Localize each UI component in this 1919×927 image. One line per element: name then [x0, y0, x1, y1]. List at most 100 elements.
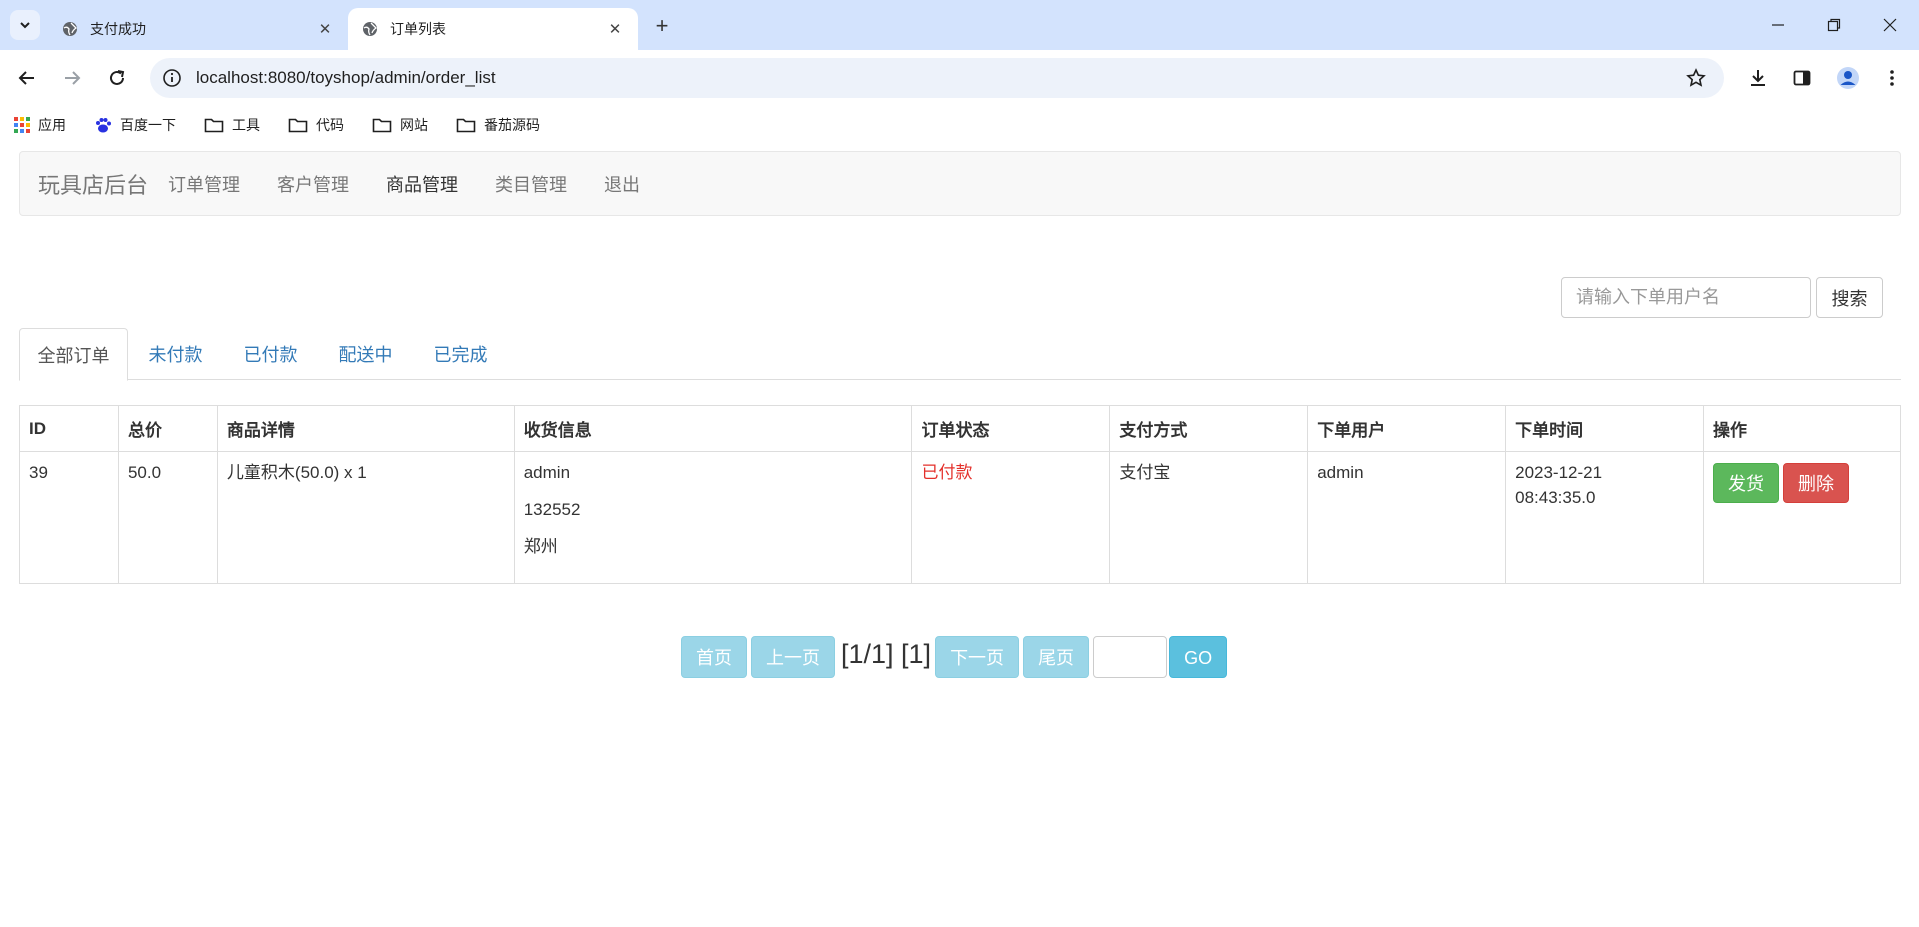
go-button[interactable]: GO — [1169, 636, 1228, 678]
close-icon — [1883, 18, 1897, 32]
tab-paid[interactable]: 已付款 — [223, 328, 318, 380]
column-header: 支付方式 — [1109, 405, 1309, 452]
window-close-button[interactable] — [1862, 0, 1918, 50]
folder-icon — [288, 118, 308, 133]
delete-button[interactable]: 删除 — [1783, 463, 1850, 503]
column-header: 下单时间 — [1505, 405, 1705, 452]
close-icon[interactable]: ✕ — [316, 20, 334, 38]
restore-button[interactable] — [1806, 0, 1862, 50]
order-time: 2023-12-21 08:43:35.0 — [1505, 451, 1705, 584]
more-vertical-icon — [1890, 70, 1894, 86]
order-items: 儿童积木(50.0) x 1 — [216, 451, 515, 584]
baidu-paw-icon — [96, 118, 111, 133]
bookmark-folder-code[interactable]: 代码 — [288, 115, 344, 135]
nav-orders[interactable]: 订单管理 — [168, 171, 240, 197]
folder-icon — [456, 118, 476, 133]
table-header-row: ID 总价 商品详情 收货信息 订单状态 支付方式 下单用户 下单时间 操作 — [19, 405, 1901, 452]
receiver-name: admin — [523, 463, 571, 482]
column-header: 操作 — [1703, 405, 1901, 452]
chevron-down-icon — [20, 22, 30, 29]
column-header: 订单状态 — [911, 405, 1111, 452]
column-header: ID — [19, 405, 119, 452]
tab-all-orders[interactable]: 全部订单 — [19, 328, 128, 381]
bookmark-label: 工具 — [232, 117, 260, 133]
order-user: admin — [1307, 451, 1507, 584]
browser-tab-payment-success[interactable]: 支付成功 ✕ — [48, 8, 348, 50]
receiver-phone: 132552 — [523, 500, 581, 519]
receiver-address: 郑州 — [523, 537, 558, 556]
bookmark-folder-tomato[interactable]: 番茄源码 — [456, 115, 540, 135]
last-page-button[interactable]: 尾页 — [1023, 636, 1090, 678]
avatar-icon — [1837, 67, 1859, 89]
reload-button[interactable] — [101, 62, 133, 94]
nav-products[interactable]: 商品管理 — [386, 171, 458, 197]
bookmark-baidu[interactable]: 百度一下 — [94, 115, 176, 135]
minimize-icon — [1772, 24, 1784, 26]
address-bar[interactable]: localhost:8080/toyshop/admin/order_list — [150, 58, 1724, 98]
page-info: [1/1] [1] — [841, 638, 932, 669]
apps-grid-icon — [14, 117, 30, 133]
browser-tabstrip: 支付成功 ✕ 订单列表 ✕ + — [0, 0, 1919, 50]
tab-title: 订单列表 — [390, 21, 446, 37]
prev-page-button[interactable]: 上一页 — [751, 636, 835, 678]
column-header: 下单用户 — [1307, 405, 1507, 452]
table-row: 39 50.0 儿童积木(50.0) x 1 admin 132552 郑州 已… — [19, 451, 1901, 584]
column-header: 商品详情 — [216, 405, 515, 452]
ship-button[interactable]: 发货 — [1713, 463, 1780, 503]
menu-button[interactable] — [1876, 62, 1908, 94]
bookmark-star-icon[interactable] — [1686, 68, 1706, 88]
status-badge: 已付款 — [921, 463, 973, 482]
bookmark-label: 代码 — [316, 117, 344, 133]
info-icon[interactable] — [162, 68, 182, 88]
browser-tab-order-list[interactable]: 订单列表 ✕ — [348, 8, 638, 50]
bookmarks-bar: 应用 百度一下 工具 代码 网站 番茄源码 — [0, 106, 1919, 144]
url-text[interactable]: localhost:8080/toyshop/admin/order_list — [196, 68, 1686, 88]
tab-title: 支付成功 — [90, 21, 146, 37]
order-clock: 08:43:35.0 — [1515, 488, 1596, 507]
nav-categories[interactable]: 类目管理 — [495, 171, 567, 197]
column-header: 总价 — [117, 405, 218, 452]
orders-table: ID 总价 商品详情 收货信息 订单状态 支付方式 下单用户 下单时间 操作 3… — [19, 405, 1901, 584]
bookmark-label: 应用 — [38, 117, 66, 133]
tab-unpaid[interactable]: 未付款 — [128, 328, 223, 380]
order-actions: 发货 删除 — [1703, 451, 1901, 584]
downloads-button[interactable] — [1742, 62, 1774, 94]
download-icon — [1751, 70, 1765, 86]
order-date: 2023-12-21 — [1515, 463, 1603, 482]
tab-search-button[interactable] — [10, 10, 40, 40]
order-total: 50.0 — [117, 451, 218, 584]
nav-logout[interactable]: 退出 — [604, 171, 640, 197]
browser-toolbar: localhost:8080/toyshop/admin/order_list — [0, 50, 1919, 106]
bookmark-apps[interactable]: 应用 — [14, 115, 66, 135]
profile-button[interactable] — [1832, 62, 1864, 94]
arrow-right-icon — [65, 71, 81, 85]
globe-icon — [63, 22, 78, 36]
folder-icon — [372, 118, 392, 133]
side-panel-button[interactable] — [1786, 62, 1818, 94]
navbar-brand[interactable]: 玩具店后台 — [38, 168, 148, 200]
page-number-input[interactable] — [1093, 636, 1168, 678]
tab-shipping[interactable]: 配送中 — [318, 328, 413, 380]
back-button[interactable] — [11, 62, 43, 94]
admin-navbar: 玩具店后台 订单管理 客户管理 商品管理 类目管理 退出 — [19, 151, 1901, 216]
next-page-button[interactable]: 下一页 — [935, 636, 1020, 678]
new-tab-button[interactable]: + — [648, 12, 676, 40]
order-status-tabs: 全部订单 未付款 已付款 配送中 已完成 — [19, 328, 1901, 381]
order-payment: 支付宝 — [1109, 451, 1309, 584]
column-header: 收货信息 — [513, 405, 913, 452]
first-page-button[interactable]: 首页 — [681, 636, 747, 678]
minimize-button[interactable] — [1750, 0, 1806, 50]
bookmark-folder-sites[interactable]: 网站 — [372, 115, 428, 135]
tab-completed[interactable]: 已完成 — [413, 328, 508, 380]
forward-button[interactable] — [56, 62, 88, 94]
folder-icon — [204, 118, 224, 133]
bookmark-label: 百度一下 — [120, 117, 176, 133]
restore-icon — [1827, 18, 1841, 32]
nav-customers[interactable]: 客户管理 — [277, 171, 349, 197]
search-button[interactable]: 搜索 — [1816, 277, 1883, 318]
bookmark-label: 番茄源码 — [484, 117, 540, 133]
username-search-input[interactable] — [1561, 277, 1811, 318]
bookmark-folder-tools[interactable]: 工具 — [204, 115, 260, 135]
close-icon[interactable]: ✕ — [606, 20, 624, 38]
order-id: 39 — [19, 451, 119, 584]
